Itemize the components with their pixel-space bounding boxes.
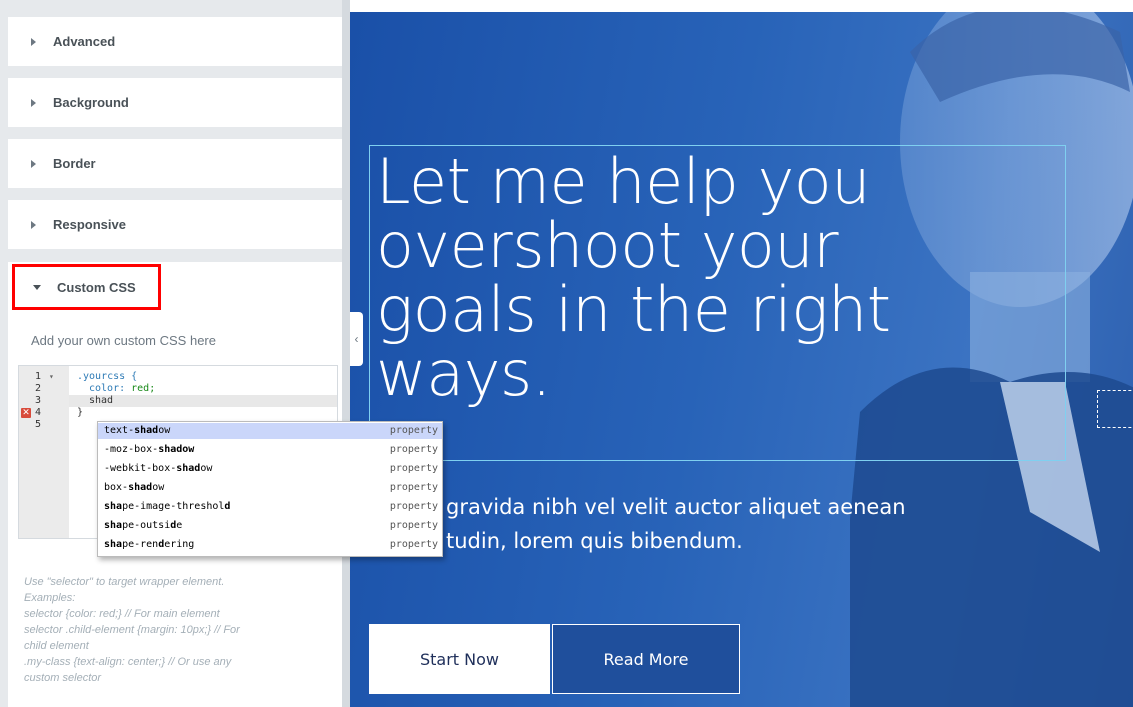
editor-gutter: 1 ▾ 2 3 ✕ 4 5 [19,366,69,538]
help-line: .my-class {text-align: center;} // Or us… [24,656,232,668]
section-border[interactable]: Border [8,139,342,188]
autocomplete-popup: text-shadow property -moz-box-shadow pro… [97,421,443,557]
custom-css-description: Add your own custom CSS here [31,333,216,348]
code-line-4: } [77,407,84,418]
autocomplete-item[interactable]: shape-outside property [98,518,442,534]
section-advanced[interactable]: Advanced [8,17,342,66]
section-background[interactable]: Background [8,78,342,127]
hero-text[interactable]: gravida nibh vel velit auctor aliquet ae… [446,490,1066,558]
section-label: Background [53,95,129,110]
empty-widget-placeholder [1097,390,1133,428]
autocomplete-item[interactable]: box-shadow property [98,480,442,496]
code-line-1: .yourcss { [77,371,138,382]
help-line: selector .child-element {margin: 10px;} … [24,624,240,636]
help-line: custom selector [24,672,102,684]
custom-css-help: Use "selector" to target wrapper element… [24,574,304,686]
heading-line: Let me help you [376,145,871,218]
help-line: child element [24,640,89,652]
section-label: Border [53,156,96,171]
autocomplete-item[interactable]: -webkit-box-shadow property [98,461,442,477]
line-number: 2 [34,383,41,394]
autocomplete-item[interactable]: -moz-box-shadow property [98,442,442,458]
hero-heading[interactable]: Let me help you overshoot your goals in … [376,150,1076,406]
fold-arrow-icon: ▾ [49,372,54,381]
help-line: selector {color: red;} // For main eleme… [24,608,220,620]
help-line: Examples: [24,592,76,604]
line-number: ✕ 4 [21,407,41,418]
line-number: 3 [34,395,41,406]
heading-line: overshoot your [376,209,839,282]
line-number: 5 [34,419,41,430]
heading-line: goals in the right [376,273,891,346]
autocomplete-item[interactable]: text-shadow property [98,423,442,439]
start-now-button[interactable]: Start Now [369,624,550,694]
heading-line: ways. [376,337,551,410]
autocomplete-item[interactable]: shape-image-threshold property [98,499,442,515]
editor-panel: Advanced Background Border Responsive Cu… [0,0,342,707]
read-more-button[interactable]: Read More [552,624,740,694]
section-label: Responsive [53,217,126,232]
caret-right-icon [31,220,36,229]
caret-right-icon [31,37,36,46]
line-number: 1 ▾ [34,371,54,382]
code-line-3: shad [89,395,114,406]
autocomplete-item[interactable]: shape-rendering property [98,537,442,553]
hero-text-line: tudin, lorem quis bibendum. [446,529,743,553]
help-line: Use "selector" to target wrapper element… [24,576,225,588]
custom-css-highlight [12,264,161,310]
caret-right-icon [31,159,36,168]
hero-section: Let me help you overshoot your goals in … [350,12,1133,707]
section-label: Advanced [53,34,116,49]
code-line-2: color: red; [89,383,156,394]
chevron-left-icon: ‹ [354,332,359,346]
collapse-panel-button[interactable]: ‹ [350,312,363,366]
panel-splitter[interactable] [342,0,350,707]
hero-text-line: gravida nibh vel velit auctor aliquet ae… [446,495,906,519]
section-responsive[interactable]: Responsive [8,200,342,249]
error-icon: ✕ [21,408,31,418]
caret-right-icon [31,98,36,107]
page-preview: Let me help you overshoot your goals in … [350,0,1133,707]
